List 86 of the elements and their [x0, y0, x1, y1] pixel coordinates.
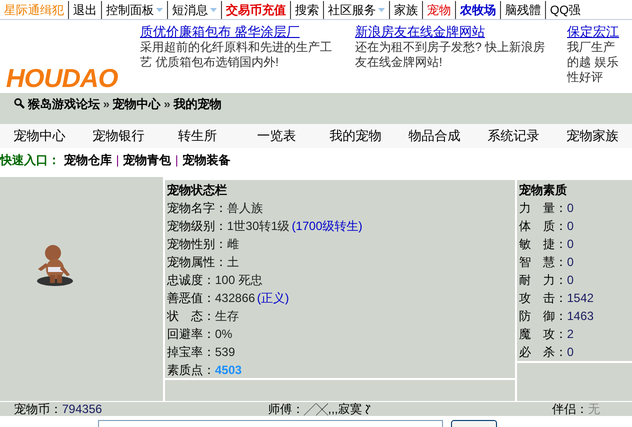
field-label: 体 质： [519, 218, 567, 235]
field-label: 忠诚度： [167, 272, 215, 289]
nav-tab[interactable]: 物品合成 [395, 126, 474, 146]
breadcrumb-link[interactable]: 我的宠物 [173, 95, 222, 113]
breadcrumb-link[interactable]: 宠物中心 [112, 95, 161, 113]
ad-link[interactable]: 新浪房友在线金牌网站 [355, 24, 567, 39]
quick-link[interactable]: 宠物青包 [123, 151, 172, 169]
field-value: 0% [215, 326, 232, 343]
nav-link[interactable]: 宠物 [422, 0, 455, 18]
field-label: 智 慧： [519, 254, 567, 271]
ad-text: 我厂生产的越 娱乐性好评 [567, 40, 620, 85]
field-label: 宠物级别： [167, 218, 227, 235]
field-label: 状 态： [167, 308, 215, 325]
field-label: 宠物名字： [167, 200, 227, 217]
quick-link[interactable]: 宠物装备 [182, 151, 230, 169]
ad-link[interactable]: 质优价廉箱包布 盛华涂层厂 [140, 24, 355, 39]
level-link[interactable]: (1700级转生) [292, 217, 362, 235]
field-value: 1463 [567, 308, 594, 325]
nav-link[interactable]: 控制面板 [101, 0, 167, 18]
quick-link[interactable]: 宠物仓库 [64, 151, 112, 169]
nav-tab[interactable]: 宠物中心 [0, 126, 79, 146]
ad-text: 采用超前的化纤原料和先进的生产工艺 优质箱包布选销国内外! [140, 40, 333, 70]
nav-link[interactable]: 家族 [389, 0, 422, 18]
field-label: 力 量： [519, 200, 567, 217]
nav-tab[interactable]: 宠物银行 [79, 126, 158, 146]
nav-link[interactable]: 交易币充值 [221, 0, 290, 18]
nav-tab[interactable]: 一览表 [237, 126, 316, 146]
ad-text: 还在为租不到房子发愁? 快上新浪房友在线金牌网站! [355, 40, 546, 70]
nav-tab[interactable]: 我的宠物 [316, 126, 395, 146]
nav-link[interactable]: 农牧场 [455, 0, 500, 18]
field-value: 1世30转1级 [227, 218, 290, 235]
field-value: 539 [215, 344, 236, 361]
field-value: 土 [227, 254, 239, 271]
breadcrumb-separator: » [164, 96, 170, 113]
field-label: 掉宝率： [167, 344, 215, 361]
field-label: 敏 捷： [519, 236, 567, 253]
panel-title: 宠物状态栏 [167, 182, 228, 199]
field-value: 794356 [62, 403, 102, 415]
field-label: 魔 攻： [519, 326, 567, 343]
field-value: 432866 [215, 290, 256, 307]
nav-link[interactable]: 脑残體 [500, 0, 545, 18]
field-label: 回避率： [167, 326, 215, 343]
nav-link[interactable]: QQ强 [545, 0, 585, 18]
nav-tab[interactable]: 宠物家族 [553, 126, 632, 146]
field-value: 0 [567, 272, 574, 289]
nav-tab[interactable]: 转生所 [158, 126, 237, 146]
field-value: ╱╳,,,寂寞 [304, 403, 362, 415]
link-separator: | [116, 152, 120, 169]
field-value: 100 死忠 [215, 272, 262, 289]
submit-button[interactable] [451, 420, 497, 427]
squiggle-icon [364, 404, 372, 414]
field-value: 生存 [215, 308, 239, 325]
field-label: 防 御： [519, 308, 567, 325]
field-value: 2 [567, 326, 574, 343]
level-link[interactable]: (正义) [257, 289, 290, 307]
field-value: 0 [567, 218, 574, 235]
field-label: 宠物属性： [167, 254, 227, 271]
nav-link[interactable]: 社区服务 [323, 0, 389, 18]
field-value: 0 [567, 254, 574, 271]
field-value: 1542 [567, 290, 594, 307]
field-value: 雌 [227, 236, 239, 253]
ad-link[interactable]: 保定宏江 [567, 24, 632, 39]
field-label: 宠物币： [14, 403, 62, 415]
field-label: 善恶值： [167, 290, 215, 307]
nav-link[interactable]: 退出 [68, 0, 101, 18]
field-label: 伴侣： [552, 403, 588, 415]
field-label: 必 杀： [519, 344, 567, 361]
field-value: 0 [567, 344, 574, 361]
breadcrumb-link[interactable]: 猴岛游戏论坛 [28, 95, 100, 113]
breadcrumb-separator: » [103, 96, 110, 113]
input-field[interactable] [98, 420, 443, 427]
field-label: 师傅： [268, 403, 304, 415]
field-label: 耐 力： [519, 272, 567, 289]
field-value: 0 [567, 236, 574, 253]
panel-title: 宠物素质 [519, 182, 568, 199]
field-label: 攻 击： [519, 290, 567, 307]
search-icon [14, 98, 25, 109]
nav-tab[interactable]: 系统记录 [474, 126, 553, 146]
field-value: 4503 [215, 362, 242, 379]
nav-link[interactable]: 短消息 [167, 0, 221, 18]
nav-link[interactable]: 搜索 [290, 0, 323, 18]
field-value: 0 [567, 200, 574, 217]
field-value: 兽人族 [227, 200, 263, 217]
field-label: 素质点： [167, 362, 215, 379]
field-label: 宠物性别： [167, 236, 227, 253]
link-separator: | [175, 152, 178, 169]
